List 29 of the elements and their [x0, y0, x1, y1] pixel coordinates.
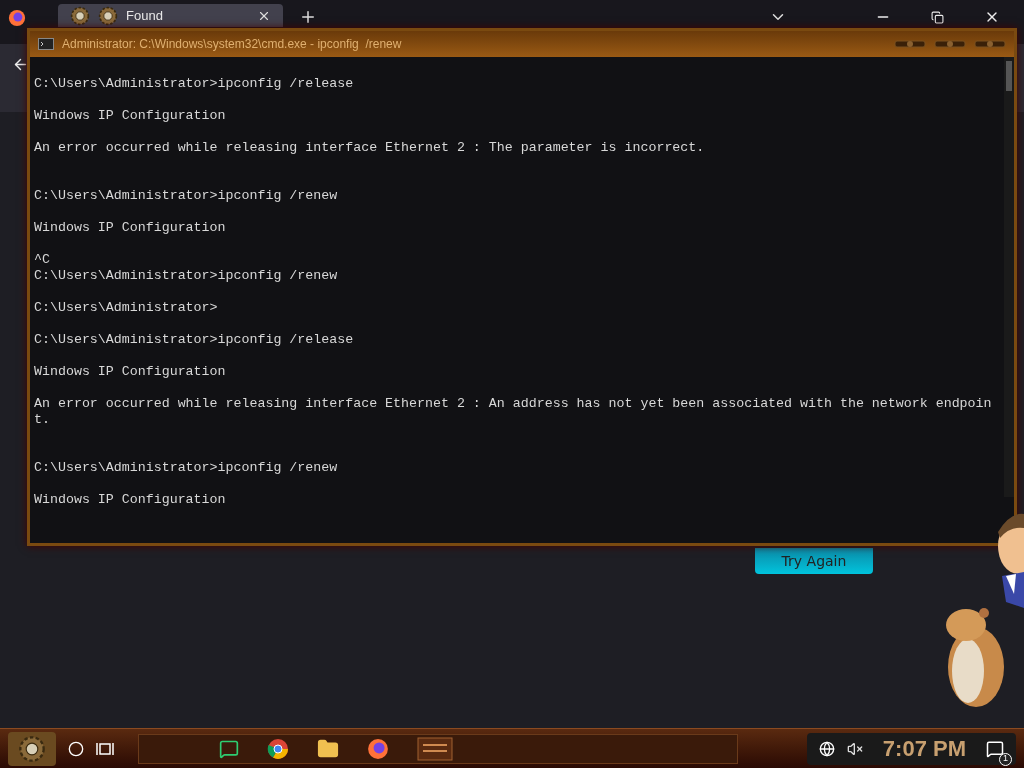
console-icon: [38, 38, 54, 50]
search-icon[interactable]: [68, 740, 84, 757]
start-button[interactable]: [8, 731, 56, 766]
folder-icon[interactable]: [317, 737, 339, 760]
app-icon[interactable]: [417, 736, 453, 761]
window-control-icon[interactable]: [894, 39, 926, 49]
chrome-icon[interactable]: [267, 737, 289, 760]
gear-icon: [70, 5, 90, 26]
window-control-icon[interactable]: [974, 39, 1006, 49]
browser-tab[interactable]: Found: [58, 4, 283, 27]
gear-icon: [18, 734, 46, 763]
tab-title: Found: [126, 6, 164, 25]
notification-count: 1: [999, 752, 1012, 766]
browser-logo-icon: [8, 9, 26, 27]
task-view-icon[interactable]: [96, 740, 114, 757]
firefox-icon[interactable]: [367, 737, 389, 760]
muted-speaker-icon[interactable]: [846, 740, 863, 757]
back-icon[interactable]: [12, 56, 29, 73]
gear-icon: [98, 5, 118, 26]
clock[interactable]: 7:07 PM: [882, 732, 966, 765]
chat-app-icon[interactable]: [219, 738, 239, 759]
network-icon[interactable]: [818, 740, 835, 757]
notifications-icon[interactable]: [986, 739, 1004, 758]
window-control-icon[interactable]: [934, 39, 966, 49]
console-output: C:\Users\Administrator>ipconfig /release Windows IP Configuration An error occurred while releasing interface Ethernet 2 : The parameter is incorrect. C:\Users\Administrator>ipconfig /renew Windows IP Configuration ^C C:\Users\Administrator>ipconfig /renew C:\Users\Administrator> C:\Users\Administrator>ipconfig /release Windows IP Configuration An error occurred while releasing interface Ethernet 2 : An address has not yet been associated with the network endpoin t. C:\Users\Administrator>ipconfig /renew Windows IP Configuration: [34, 76, 992, 508]
console-title: Administrator: C:\Windows\system32\cmd.exe - ipconfig /renew: [62, 36, 402, 53]
restore-icon[interactable]: [931, 11, 944, 24]
try-again-button[interactable]: Try Again: [755, 548, 873, 574]
new-tab-icon[interactable]: [299, 8, 317, 26]
